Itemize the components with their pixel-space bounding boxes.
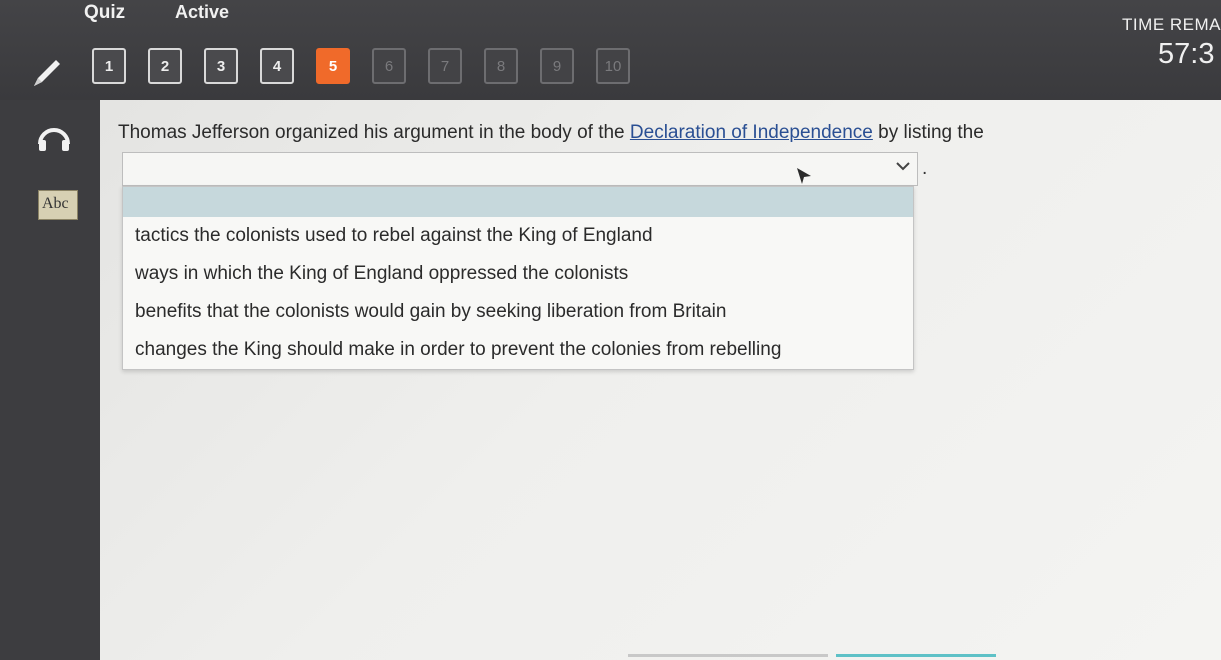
footer-divider <box>628 654 828 657</box>
question-text: Thomas Jefferson organized his argument … <box>118 122 984 144</box>
time-remaining-label: TIME REMA <box>1122 15 1221 34</box>
dropdown-options-list: tactics the colonists used to rebel agai… <box>122 186 914 370</box>
pencil-icon <box>34 60 60 86</box>
question-nav-button[interactable]: 4 <box>260 48 294 84</box>
pencil-tool[interactable] <box>28 56 64 97</box>
top-bar: Quiz Active 1 2 3 4 5 6 7 8 9 10 TIME RE… <box>0 0 1221 100</box>
question-nav-button[interactable]: 6 <box>372 48 406 84</box>
question-nav: 1 2 3 4 5 6 7 8 9 10 <box>92 48 630 84</box>
question-nav-button[interactable]: 3 <box>204 48 238 84</box>
question-nav-button[interactable]: 1 <box>92 48 126 84</box>
dropdown-option[interactable]: ways in which the King of England oppres… <box>123 255 913 293</box>
sentence-period: . <box>922 158 928 179</box>
quiz-status: Active <box>175 2 230 22</box>
chevron-down-icon <box>895 159 911 177</box>
cursor-icon <box>797 168 811 184</box>
question-nav-button[interactable]: 2 <box>148 48 182 84</box>
dropdown-option[interactable]: benefits that the colonists would gain b… <box>123 293 913 331</box>
question-nav-button[interactable]: 8 <box>484 48 518 84</box>
time-remaining-value: 57:3 <box>1158 38 1215 70</box>
question-nav-button-current[interactable]: 5 <box>316 48 350 84</box>
dictionary-tool[interactable]: Abc <box>38 190 78 220</box>
dictionary-icon: Abc <box>42 195 69 212</box>
question-nav-button[interactable]: 7 <box>428 48 462 84</box>
question-panel: Thomas Jefferson organized his argument … <box>100 100 1221 660</box>
tool-sidebar: Abc <box>0 100 100 660</box>
dropdown-highlight-row[interactable] <box>123 187 913 217</box>
question-text-before: Thomas Jefferson organized his argument … <box>118 122 630 143</box>
dropdown-option[interactable]: changes the King should make in order to… <box>123 331 913 369</box>
declaration-link[interactable]: Declaration of Independence <box>630 122 873 143</box>
question-nav-button[interactable]: 10 <box>596 48 630 84</box>
audio-tool[interactable] <box>36 122 72 157</box>
dropdown-option[interactable]: tactics the colonists used to rebel agai… <box>123 217 913 255</box>
footer-accent <box>836 654 996 657</box>
question-text-after: by listing the <box>872 122 984 143</box>
question-nav-button[interactable]: 9 <box>540 48 574 84</box>
page-title: Quiz <box>84 2 126 23</box>
headphones-icon <box>38 128 70 151</box>
